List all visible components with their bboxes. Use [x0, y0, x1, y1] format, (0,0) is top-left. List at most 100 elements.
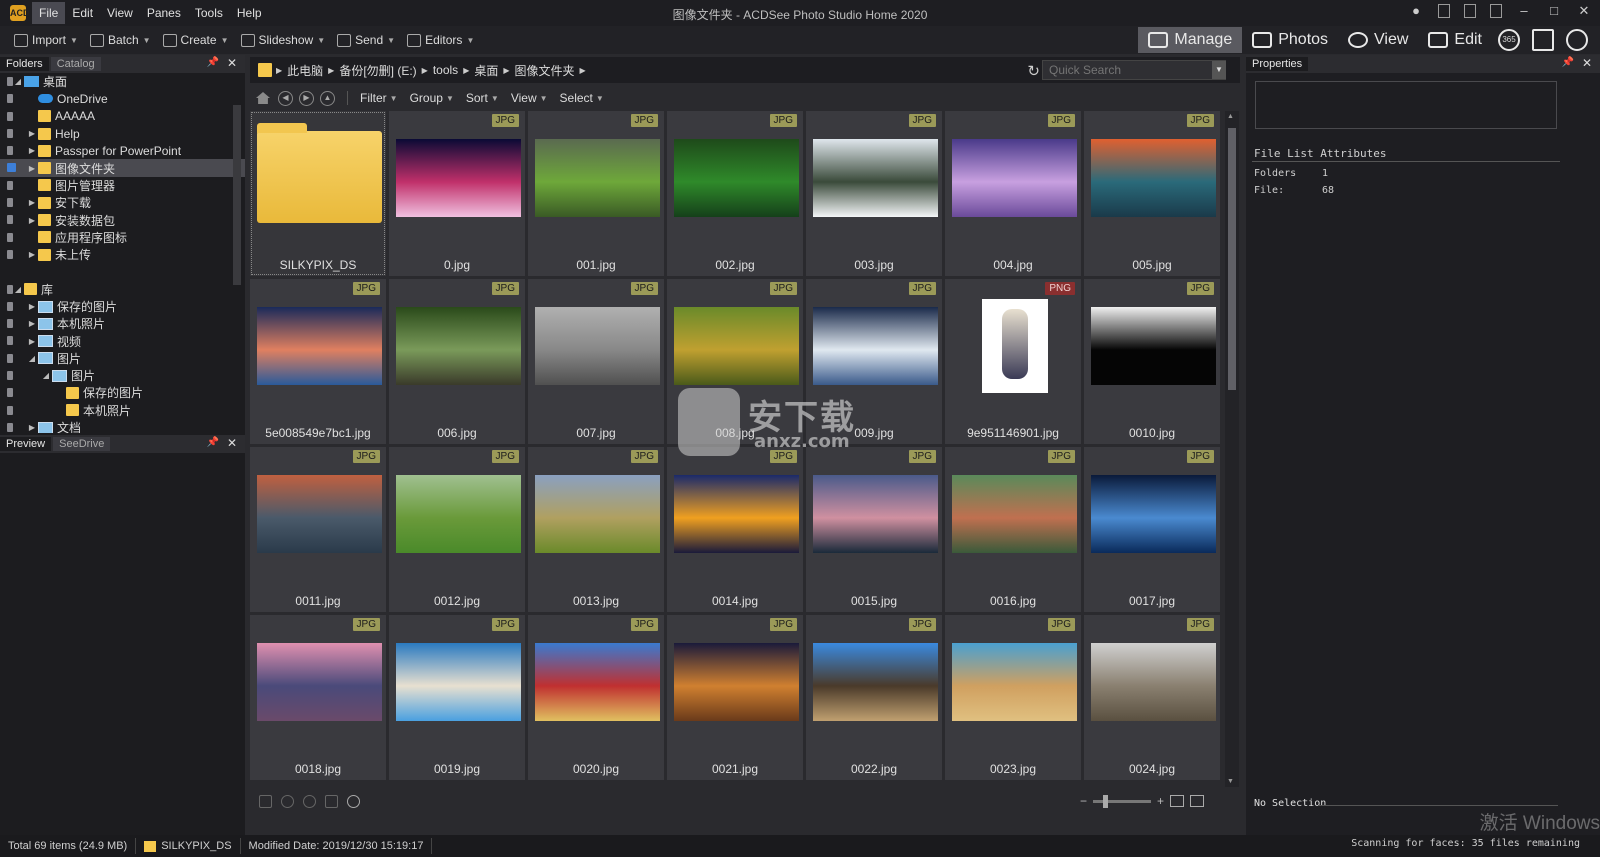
tree-item[interactable]: ▶ Passper for PowerPoint	[0, 142, 245, 159]
file-thumbnail[interactable]: JPG 007.jpg	[528, 279, 664, 444]
group-menu[interactable]: Group ▼	[410, 91, 454, 105]
bottom-pane-toggle-icon[interactable]	[1464, 4, 1476, 18]
close-icon[interactable]: ✕	[227, 436, 237, 450]
file-thumbnail[interactable]: JPG 0010.jpg	[1084, 279, 1220, 444]
home-icon[interactable]	[256, 92, 270, 104]
close-icon[interactable]: ✕	[227, 56, 237, 70]
pin-icon[interactable]: 📌	[207, 57, 219, 68]
file-thumbnail[interactable]: JPG 003.jpg	[806, 111, 942, 276]
details-view-icon[interactable]	[1190, 795, 1204, 807]
expand-arrow-icon[interactable]: ▶	[26, 423, 38, 432]
menu-panes[interactable]: Panes	[140, 2, 188, 24]
tab-seedrive[interactable]: SeeDrive	[53, 437, 111, 451]
thumbnail-view-icon[interactable]	[1170, 795, 1184, 807]
file-thumbnail[interactable]: JPG 008.jpg	[667, 279, 803, 444]
left-pane-toggle-icon[interactable]	[1438, 4, 1450, 18]
editors-button[interactable]: Editors ▼	[407, 33, 474, 47]
mode-photos[interactable]: Photos	[1242, 27, 1338, 53]
tree-item[interactable]: ◢ 桌面	[0, 73, 245, 90]
rotate-right-icon[interactable]	[303, 794, 316, 808]
mode-view[interactable]: View	[1338, 27, 1418, 53]
expand-arrow-icon[interactable]: ▶	[26, 250, 38, 259]
tree-item[interactable]: ▶ 本机照片	[0, 315, 245, 332]
file-thumbnail[interactable]: JPG 009.jpg	[806, 279, 942, 444]
sort-menu[interactable]: Sort ▼	[466, 91, 499, 105]
dashboard-chart-icon[interactable]	[1532, 29, 1554, 51]
tree-item[interactable]: ▶ 图像文件夹	[0, 159, 245, 177]
tab-properties[interactable]: Properties	[1246, 57, 1309, 71]
search-dropdown-icon[interactable]: ▼	[1212, 61, 1226, 79]
pin-icon[interactable]: 📌	[1562, 57, 1574, 68]
file-thumbnail[interactable]: JPG 005.jpg	[1084, 111, 1220, 276]
tree-item[interactable]: ◢ 图片	[0, 367, 245, 384]
scroll-down-icon[interactable]: ▼	[1227, 778, 1234, 785]
file-thumbnail[interactable]: PNG 9e951146901.jpg	[945, 279, 1081, 444]
file-thumbnail[interactable]: JPG 002.jpg	[667, 111, 803, 276]
expand-arrow-icon[interactable]: ▶	[26, 302, 38, 311]
file-thumbnail[interactable]: JPG 0024.jpg	[1084, 615, 1220, 780]
tree-item[interactable]: ◢ 图片	[0, 350, 245, 367]
close-icon[interactable]: ✕	[1576, 3, 1592, 19]
file-thumbnail[interactable]: JPG 006.jpg	[389, 279, 525, 444]
collapse-arrow-icon[interactable]: ◢	[12, 77, 24, 86]
breadcrumb-tools[interactable]: tools	[433, 63, 458, 77]
tree-item[interactable]: 应用程序图标	[0, 229, 245, 246]
tree-item[interactable]: AAAAA	[0, 108, 245, 125]
filter-menu[interactable]: Filter ▼	[360, 91, 398, 105]
quick-search-input[interactable]	[1042, 60, 1226, 80]
file-thumbnail[interactable]: JPG 0021.jpg	[667, 615, 803, 780]
user-account-icon[interactable]: ●	[1408, 3, 1424, 19]
tree-item[interactable]: ▶ 文档	[0, 419, 245, 433]
tree-item[interactable]: ◢ 库	[0, 281, 245, 298]
file-thumbnail[interactable]: JPG 0020.jpg	[528, 615, 664, 780]
breadcrumb-image-folder[interactable]: 图像文件夹	[515, 62, 575, 79]
file-thumbnail[interactable]: JPG 0.jpg	[389, 111, 525, 276]
file-thumbnail[interactable]: JPG 0013.jpg	[528, 447, 664, 612]
save-icon[interactable]	[259, 794, 272, 808]
file-thumbnail[interactable]: JPG 0014.jpg	[667, 447, 803, 612]
expand-arrow-icon[interactable]: ▶	[26, 129, 38, 138]
close-icon[interactable]: ✕	[1582, 56, 1592, 70]
tab-catalog[interactable]: Catalog	[50, 57, 101, 71]
collapse-arrow-icon[interactable]: ◢	[26, 354, 38, 363]
expand-arrow-icon[interactable]: ▶	[26, 216, 38, 225]
file-thumbnail[interactable]: JPG 0015.jpg	[806, 447, 942, 612]
zoom-slider[interactable]	[1092, 794, 1151, 808]
tree-item[interactable]: ▶ 安下载	[0, 194, 245, 211]
vertical-scrollbar[interactable]: ▲ ▼	[1225, 111, 1239, 787]
file-thumbnail[interactable]: JPG 0011.jpg	[250, 447, 386, 612]
mode-edit[interactable]: Edit	[1418, 27, 1492, 53]
expand-arrow-icon[interactable]: ▶	[26, 198, 38, 207]
folder-thumbnail[interactable]: SILKYPIX_DS	[250, 111, 386, 276]
tree-item[interactable]: 本机照片	[0, 402, 245, 419]
menu-tools[interactable]: Tools	[188, 2, 230, 24]
right-pane-toggle-icon[interactable]	[1490, 4, 1502, 18]
scroll-up-icon[interactable]: ▲	[1227, 113, 1234, 120]
collapse-arrow-icon[interactable]: ◢	[12, 285, 24, 294]
menu-help[interactable]: Help	[230, 2, 269, 24]
menu-file[interactable]: File	[32, 2, 66, 24]
rotate-left-icon[interactable]	[281, 794, 294, 808]
file-thumbnail[interactable]: JPG 0019.jpg	[389, 615, 525, 780]
play-icon[interactable]	[347, 794, 360, 808]
batch-button[interactable]: Batch ▼	[89, 33, 151, 47]
minimize-icon[interactable]: –	[1516, 3, 1532, 19]
tree-item[interactable]: ▶ Help	[0, 125, 245, 142]
maximize-icon[interactable]: □	[1546, 3, 1562, 19]
file-thumbnail[interactable]: JPG 5e008549e7bc1.jpg	[250, 279, 386, 444]
tree-item[interactable]: ▶ 安装数据包	[0, 211, 245, 228]
collapse-arrow-icon[interactable]: ◢	[40, 371, 52, 380]
up-folder-icon[interactable]: ▲	[320, 90, 335, 106]
tree-item[interactable]: 保存的图片	[0, 384, 245, 401]
breadcrumb-desktop[interactable]: 桌面	[474, 62, 498, 79]
menu-view[interactable]: View	[100, 2, 140, 24]
refresh-icon[interactable]: ↻	[1027, 62, 1040, 80]
zoom-slider-knob[interactable]	[1102, 794, 1108, 808]
breadcrumb-drive[interactable]: 备份[勿删] (E:)	[339, 62, 416, 79]
view-menu[interactable]: View ▼	[511, 91, 548, 105]
acdsee-365-icon[interactable]: 365	[1498, 29, 1520, 51]
delete-icon[interactable]	[325, 794, 338, 808]
tab-preview[interactable]: Preview	[0, 437, 52, 451]
file-thumbnail[interactable]: JPG 001.jpg	[528, 111, 664, 276]
file-thumbnail[interactable]: JPG 0023.jpg	[945, 615, 1081, 780]
